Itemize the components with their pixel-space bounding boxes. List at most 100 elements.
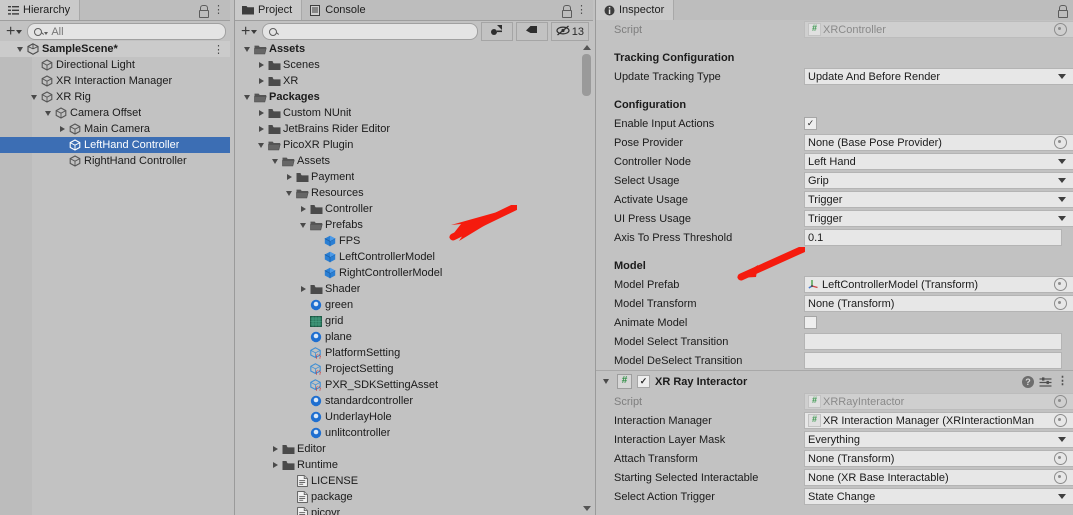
tab-project[interactable]: Project (235, 0, 303, 20)
project-item[interactable]: Packages (235, 89, 593, 105)
object-field[interactable]: LeftControllerModel (Transform) (804, 276, 1073, 293)
project-item[interactable]: {} ProjectSetting (235, 361, 593, 377)
chevron-down-icon[interactable] (255, 142, 267, 148)
chevron-right-icon[interactable] (255, 126, 267, 132)
help-icon[interactable]: ? (1022, 375, 1034, 388)
chevron-down-icon[interactable] (283, 190, 295, 196)
project-item[interactable]: Custom NUnit (235, 105, 593, 121)
project-item[interactable]: Payment (235, 169, 593, 185)
scroll-down-arrow[interactable] (583, 506, 591, 511)
project-item[interactable]: package (235, 489, 593, 505)
project-item[interactable]: LeftControllerModel (235, 249, 593, 265)
chevron-down-icon[interactable] (600, 379, 612, 384)
lock-icon[interactable] (197, 4, 209, 18)
chevron-down-icon[interactable] (241, 46, 253, 52)
dropdown-field[interactable]: State Change (804, 488, 1073, 505)
object-picker-icon[interactable] (1054, 136, 1067, 149)
dropdown-field[interactable]: Left Hand (804, 153, 1073, 170)
tab-hierarchy[interactable]: Hierarchy (0, 0, 81, 20)
component-header-xr-ray-interactor[interactable]: # ✓ XR Ray Interactor? ⋮ (596, 370, 1073, 392)
kebab-menu-icon[interactable]: ⋮ (213, 43, 224, 56)
chevron-down-icon[interactable] (1058, 216, 1066, 221)
checkbox[interactable]: ✓ (804, 117, 817, 130)
tab-console[interactable]: Console (302, 0, 375, 20)
chevron-down-icon[interactable] (1058, 178, 1066, 183)
chevron-right-icon[interactable] (255, 62, 267, 68)
kebab-menu-icon[interactable]: ⋮ (1057, 376, 1068, 387)
filter-by-label-button[interactable] (515, 22, 548, 41)
hierarchy-item[interactable]: Directional Light (0, 57, 230, 73)
dropdown-field[interactable]: Everything (804, 431, 1073, 448)
dropdown-field[interactable]: Trigger (804, 191, 1073, 208)
object-field[interactable]: None (Base Pose Provider) (804, 134, 1073, 151)
project-item[interactable]: Resources (235, 185, 593, 201)
hierarchy-search-input[interactable]: All (27, 23, 226, 40)
hierarchy-item-selected[interactable]: LeftHand Controller (0, 137, 230, 153)
checkbox[interactable] (804, 316, 817, 329)
object-field[interactable]: # XR Interaction Manager (XRInteractionMa… (804, 412, 1073, 429)
project-item[interactable]: unlitcontroller (235, 425, 593, 441)
text-field[interactable] (804, 352, 1062, 369)
project-item[interactable]: LICENSE (235, 473, 593, 489)
project-item[interactable]: UnderlayHole (235, 409, 593, 425)
hierarchy-item[interactable]: Camera Offset (0, 105, 230, 121)
dropdown-field[interactable]: Grip (804, 172, 1073, 189)
kebab-menu-icon[interactable]: ⋮ (213, 4, 224, 16)
object-picker-icon[interactable] (1054, 297, 1067, 310)
project-item[interactable]: green (235, 297, 593, 313)
chevron-right-icon[interactable] (297, 206, 309, 212)
hidden-assets-button[interactable]: 13 (550, 22, 589, 41)
object-field[interactable]: # XRRayInteractor (804, 393, 1073, 410)
project-item[interactable]: {} PXR_SDKSettingAsset (235, 377, 593, 393)
create-asset-button[interactable]: + (239, 23, 259, 40)
chevron-down-icon[interactable] (42, 110, 54, 116)
hierarchy-tree[interactable]: SampleScene* ⋮ Directional Light XR Interac… (0, 41, 230, 515)
project-item[interactable]: plane (235, 329, 593, 345)
chevron-down-icon[interactable] (1058, 74, 1066, 79)
object-field[interactable]: None (XR Base Interactable) (804, 469, 1073, 486)
project-scrollbar-thumb[interactable] (582, 54, 591, 96)
project-item[interactable]: XR (235, 73, 593, 89)
chevron-down-icon[interactable] (269, 158, 281, 164)
chevron-right-icon[interactable] (269, 462, 281, 468)
hierarchy-item[interactable]: Main Camera (0, 121, 230, 137)
project-tree[interactable]: Assets Scenes XR Packages Custom NUnit JetBra… (235, 41, 593, 515)
chevron-down-icon[interactable] (14, 46, 26, 52)
kebab-menu-icon[interactable]: ⋮ (576, 4, 587, 16)
dropdown-field[interactable]: Trigger (804, 210, 1073, 227)
chevron-right-icon[interactable] (255, 110, 267, 116)
project-item[interactable]: {} PlatformSetting (235, 345, 593, 361)
project-item[interactable]: standardcontroller (235, 393, 593, 409)
project-search-input[interactable] (262, 23, 478, 40)
chevron-down-icon[interactable] (297, 222, 309, 228)
project-item[interactable]: Editor (235, 441, 593, 457)
chevron-down-icon[interactable] (1058, 494, 1066, 499)
object-picker-icon[interactable] (1054, 395, 1067, 408)
project-item[interactable]: Prefabs (235, 217, 593, 233)
project-scrollbar[interactable] (580, 41, 593, 515)
chevron-down-icon[interactable] (241, 94, 253, 100)
chevron-right-icon[interactable] (255, 78, 267, 84)
lock-icon[interactable] (560, 4, 572, 18)
object-field[interactable]: None (Transform) (804, 295, 1073, 312)
object-field[interactable]: # XRController (804, 21, 1073, 38)
component-enabled-checkbox[interactable]: ✓ (637, 375, 650, 388)
object-picker-icon[interactable] (1054, 414, 1067, 427)
add-gameobject-button[interactable]: + (4, 23, 24, 40)
object-picker-icon[interactable] (1054, 278, 1067, 291)
project-item[interactable]: Assets (235, 153, 593, 169)
project-item[interactable]: RightControllerModel (235, 265, 593, 281)
search-dropdown-icon[interactable] (44, 32, 49, 35)
project-item[interactable]: picovr (235, 505, 593, 515)
project-item[interactable]: Runtime (235, 457, 593, 473)
chevron-right-icon[interactable] (297, 286, 309, 292)
chevron-down-icon[interactable] (1058, 159, 1066, 164)
text-field[interactable]: 0.1 (804, 229, 1062, 246)
hierarchy-item[interactable]: XR Interaction Manager (0, 73, 230, 89)
project-item[interactable]: Shader (235, 281, 593, 297)
object-field[interactable]: None (Transform) (804, 450, 1073, 467)
chevron-right-icon[interactable] (56, 126, 68, 132)
text-field[interactable] (804, 333, 1062, 350)
hierarchy-item[interactable]: SampleScene* ⋮ (0, 41, 230, 57)
project-item[interactable]: Assets (235, 41, 593, 57)
